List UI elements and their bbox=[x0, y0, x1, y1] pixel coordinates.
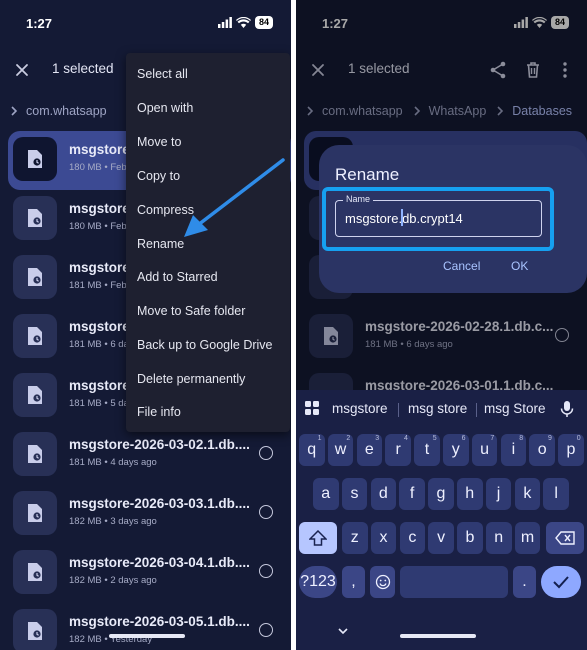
key-d[interactable]: d bbox=[370, 478, 397, 510]
key-number-hint: 2 bbox=[346, 435, 351, 442]
key-label: r bbox=[395, 441, 401, 458]
suggestion-divider bbox=[398, 403, 399, 417]
symbols-key[interactable]: ?123 bbox=[299, 566, 337, 598]
backspace-key[interactable] bbox=[546, 522, 584, 554]
key-f[interactable]: f bbox=[399, 478, 425, 510]
suggestion[interactable]: msg Store bbox=[484, 401, 546, 416]
gesture-bar[interactable] bbox=[400, 634, 476, 638]
shift-icon bbox=[309, 530, 327, 546]
key-number-hint: 6 bbox=[461, 435, 466, 442]
key-number-hint: 7 bbox=[490, 435, 495, 442]
emoji-key[interactable] bbox=[370, 566, 395, 598]
cancel-button[interactable]: Cancel bbox=[443, 259, 480, 273]
name-field-label: Name bbox=[343, 194, 374, 204]
period-key[interactable]: . bbox=[513, 566, 536, 598]
left-screenshot: 1:27 84 1 selected com.whatsapp msgstore… bbox=[0, 0, 291, 650]
ok-button[interactable]: OK bbox=[511, 259, 528, 273]
key-q[interactable]: q1 bbox=[299, 434, 325, 466]
key-label: i bbox=[511, 441, 516, 458]
key-label: p bbox=[566, 441, 576, 458]
gesture-bar[interactable] bbox=[109, 634, 185, 638]
key-label: u bbox=[480, 441, 489, 458]
key-label: t bbox=[424, 441, 430, 458]
key-p[interactable]: p0 bbox=[558, 434, 584, 466]
key-label: w bbox=[334, 441, 347, 458]
key-h[interactable]: h bbox=[457, 478, 483, 510]
key-t[interactable]: t5 bbox=[414, 434, 440, 466]
key-y[interactable]: y6 bbox=[443, 434, 469, 466]
key-u[interactable]: u7 bbox=[471, 434, 498, 466]
key-m[interactable]: m bbox=[514, 522, 541, 554]
key-b[interactable]: b bbox=[457, 522, 483, 554]
emoji-icon bbox=[375, 574, 390, 590]
checkmark-icon bbox=[553, 576, 569, 589]
key-label: q bbox=[307, 441, 317, 458]
key-z[interactable]: z bbox=[342, 522, 368, 554]
key-number-hint: 0 bbox=[576, 435, 581, 442]
key-label: o bbox=[537, 441, 547, 458]
key-n[interactable]: n bbox=[486, 522, 512, 554]
key-w[interactable]: w2 bbox=[327, 434, 354, 466]
key-number-hint: 5 bbox=[432, 435, 437, 442]
key-label: e bbox=[364, 441, 374, 458]
key-number-hint: 8 bbox=[519, 435, 524, 442]
dialog-title: Rename bbox=[335, 165, 400, 184]
key-c[interactable]: c bbox=[399, 522, 426, 554]
name-input-value[interactable]: msgstore.db.crypt14 bbox=[345, 211, 463, 226]
key-number-hint: 9 bbox=[547, 435, 552, 442]
right-screenshot: 1:27 84 1 selected com.whatsapp WhatsApp… bbox=[296, 0, 587, 650]
on-screen-keyboard: msgstore msg store msg Store q1w2e3r4t5y… bbox=[296, 390, 587, 650]
key-e[interactable]: e3 bbox=[356, 434, 383, 466]
key-o[interactable]: o9 bbox=[529, 434, 555, 466]
enter-key[interactable] bbox=[541, 566, 581, 598]
key-i[interactable]: i8 bbox=[500, 434, 527, 466]
key-v[interactable]: v bbox=[428, 522, 454, 554]
key-a[interactable]: a bbox=[313, 478, 339, 510]
shift-key[interactable] bbox=[299, 522, 337, 554]
key-number-hint: 3 bbox=[375, 435, 380, 442]
key-number-hint: 4 bbox=[403, 435, 408, 442]
text-cursor bbox=[401, 209, 403, 226]
key-s[interactable]: s bbox=[341, 478, 368, 510]
key-r[interactable]: r4 bbox=[385, 434, 411, 466]
key-x[interactable]: x bbox=[370, 522, 397, 554]
suggestion[interactable]: msgstore bbox=[332, 401, 388, 416]
apps-grid-icon[interactable] bbox=[304, 400, 320, 416]
name-value-after-cursor: .db.crypt14 bbox=[398, 211, 463, 226]
key-label: y bbox=[451, 441, 460, 458]
keyboard-hide-icon[interactable] bbox=[337, 627, 349, 635]
annotation-arrow bbox=[184, 158, 285, 237]
suggestion-divider bbox=[476, 403, 477, 417]
key-number-hint: 1 bbox=[317, 435, 322, 442]
suggestion[interactable]: msg store bbox=[408, 401, 467, 416]
backspace-icon bbox=[555, 531, 575, 545]
key-j[interactable]: j bbox=[485, 478, 512, 510]
microphone-icon[interactable] bbox=[559, 400, 575, 418]
key-l[interactable]: l bbox=[543, 478, 569, 510]
space-key[interactable] bbox=[400, 566, 508, 598]
key-g[interactable]: g bbox=[428, 478, 454, 510]
comma-key[interactable]: , bbox=[342, 566, 365, 598]
key-k[interactable]: k bbox=[514, 478, 541, 510]
name-value-before-cursor: msgstore bbox=[345, 211, 399, 226]
